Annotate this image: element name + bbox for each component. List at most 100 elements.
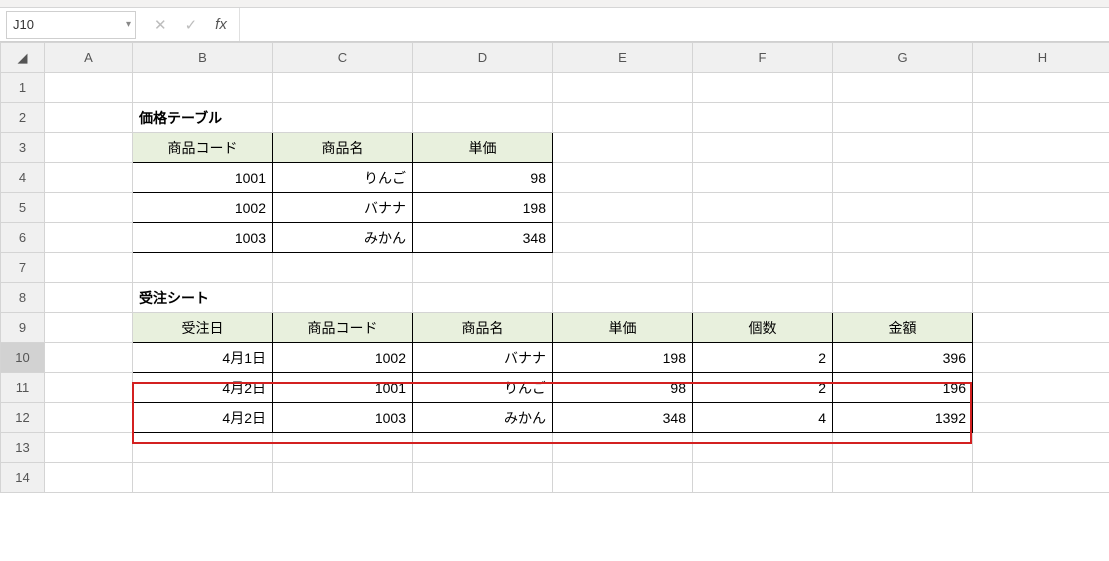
cell[interactable] <box>553 283 693 313</box>
row-header[interactable]: 1 <box>1 73 45 103</box>
cell[interactable] <box>973 313 1109 343</box>
price-cell[interactable]: 1002 <box>133 193 273 223</box>
cell[interactable] <box>693 253 833 283</box>
price-table-title[interactable]: 価格テーブル <box>133 103 273 133</box>
cell[interactable] <box>273 433 413 463</box>
col-header[interactable]: H <box>973 43 1109 73</box>
cell[interactable] <box>553 223 693 253</box>
cell[interactable] <box>973 343 1109 373</box>
row-header[interactable]: 8 <box>1 283 45 313</box>
cell[interactable] <box>413 463 553 493</box>
cell[interactable] <box>45 283 133 313</box>
cell[interactable] <box>833 223 973 253</box>
price-cell[interactable]: 98 <box>413 163 553 193</box>
cell[interactable] <box>45 433 133 463</box>
cell[interactable] <box>553 163 693 193</box>
row-header[interactable]: 3 <box>1 133 45 163</box>
cell[interactable] <box>45 403 133 433</box>
cell[interactable] <box>133 73 273 103</box>
cell[interactable] <box>133 433 273 463</box>
price-cell[interactable]: バナナ <box>273 193 413 223</box>
cell[interactable] <box>273 283 413 313</box>
cell[interactable] <box>693 463 833 493</box>
enter-icon[interactable]: ✓ <box>185 16 198 34</box>
cell[interactable] <box>45 103 133 133</box>
formula-input[interactable] <box>240 8 1109 41</box>
cell[interactable] <box>973 223 1109 253</box>
cell[interactable] <box>833 433 973 463</box>
row-header[interactable]: 13 <box>1 433 45 463</box>
cell[interactable] <box>973 283 1109 313</box>
price-header-name[interactable]: 商品名 <box>273 133 413 163</box>
col-header[interactable]: C <box>273 43 413 73</box>
col-header[interactable]: F <box>693 43 833 73</box>
cell[interactable] <box>833 103 973 133</box>
select-all-corner[interactable]: ◢ <box>1 43 45 73</box>
cell[interactable] <box>833 73 973 103</box>
row-header[interactable]: 12 <box>1 403 45 433</box>
cell[interactable] <box>45 223 133 253</box>
cell[interactable] <box>45 193 133 223</box>
cell[interactable] <box>45 253 133 283</box>
cell[interactable] <box>833 163 973 193</box>
cell[interactable] <box>973 193 1109 223</box>
cell[interactable] <box>693 283 833 313</box>
order-header-amount[interactable]: 金額 <box>833 313 973 343</box>
order-cell[interactable]: 4月1日 <box>133 343 273 373</box>
order-cell[interactable]: バナナ <box>413 343 553 373</box>
cell[interactable] <box>833 463 973 493</box>
spreadsheet-grid[interactable]: ◢ A B C D E F G H 1 2 価格テーブル 3 商品コード 商品名… <box>0 42 1109 493</box>
col-header[interactable]: B <box>133 43 273 73</box>
price-header-price[interactable]: 単価 <box>413 133 553 163</box>
row-header[interactable]: 5 <box>1 193 45 223</box>
cell[interactable] <box>693 103 833 133</box>
cell[interactable] <box>273 463 413 493</box>
cell[interactable] <box>553 73 693 103</box>
order-cell[interactable]: 4 <box>693 403 833 433</box>
cell[interactable] <box>133 253 273 283</box>
order-cell[interactable]: みかん <box>413 403 553 433</box>
cell[interactable] <box>413 433 553 463</box>
cell[interactable] <box>553 133 693 163</box>
cell[interactable] <box>273 253 413 283</box>
cell[interactable] <box>553 193 693 223</box>
row-header[interactable]: 14 <box>1 463 45 493</box>
row-header[interactable]: 11 <box>1 373 45 403</box>
price-header-code[interactable]: 商品コード <box>133 133 273 163</box>
order-cell[interactable]: 4月2日 <box>133 403 273 433</box>
cell[interactable] <box>973 433 1109 463</box>
price-cell[interactable]: みかん <box>273 223 413 253</box>
row-header[interactable]: 9 <box>1 313 45 343</box>
price-cell[interactable]: 1003 <box>133 223 273 253</box>
cell[interactable] <box>413 283 553 313</box>
row-header[interactable]: 10 <box>1 343 45 373</box>
cell[interactable] <box>45 163 133 193</box>
order-header-price[interactable]: 単価 <box>553 313 693 343</box>
order-cell[interactable]: 348 <box>553 403 693 433</box>
cell[interactable] <box>553 103 693 133</box>
order-sheet-title[interactable]: 受注シート <box>133 283 273 313</box>
order-cell[interactable]: 2 <box>693 343 833 373</box>
cell[interactable] <box>413 103 553 133</box>
cell[interactable] <box>45 313 133 343</box>
price-cell[interactable]: 198 <box>413 193 553 223</box>
cell[interactable] <box>553 463 693 493</box>
cell[interactable] <box>553 433 693 463</box>
name-box[interactable]: J10 ▾ <box>6 11 136 39</box>
cell[interactable] <box>45 343 133 373</box>
cell[interactable] <box>833 193 973 223</box>
order-header-date[interactable]: 受注日 <box>133 313 273 343</box>
price-cell[interactable]: りんご <box>273 163 413 193</box>
order-cell[interactable]: 396 <box>833 343 973 373</box>
cell[interactable] <box>973 73 1109 103</box>
order-cell[interactable]: 1001 <box>273 373 413 403</box>
cell[interactable] <box>973 373 1109 403</box>
cell[interactable] <box>693 163 833 193</box>
order-header-qty[interactable]: 個数 <box>693 313 833 343</box>
order-cell[interactable]: 1392 <box>833 403 973 433</box>
price-cell[interactable]: 1001 <box>133 163 273 193</box>
cell[interactable] <box>973 403 1109 433</box>
cell[interactable] <box>833 133 973 163</box>
cancel-icon[interactable]: ✕ <box>154 16 167 34</box>
cell[interactable] <box>973 463 1109 493</box>
